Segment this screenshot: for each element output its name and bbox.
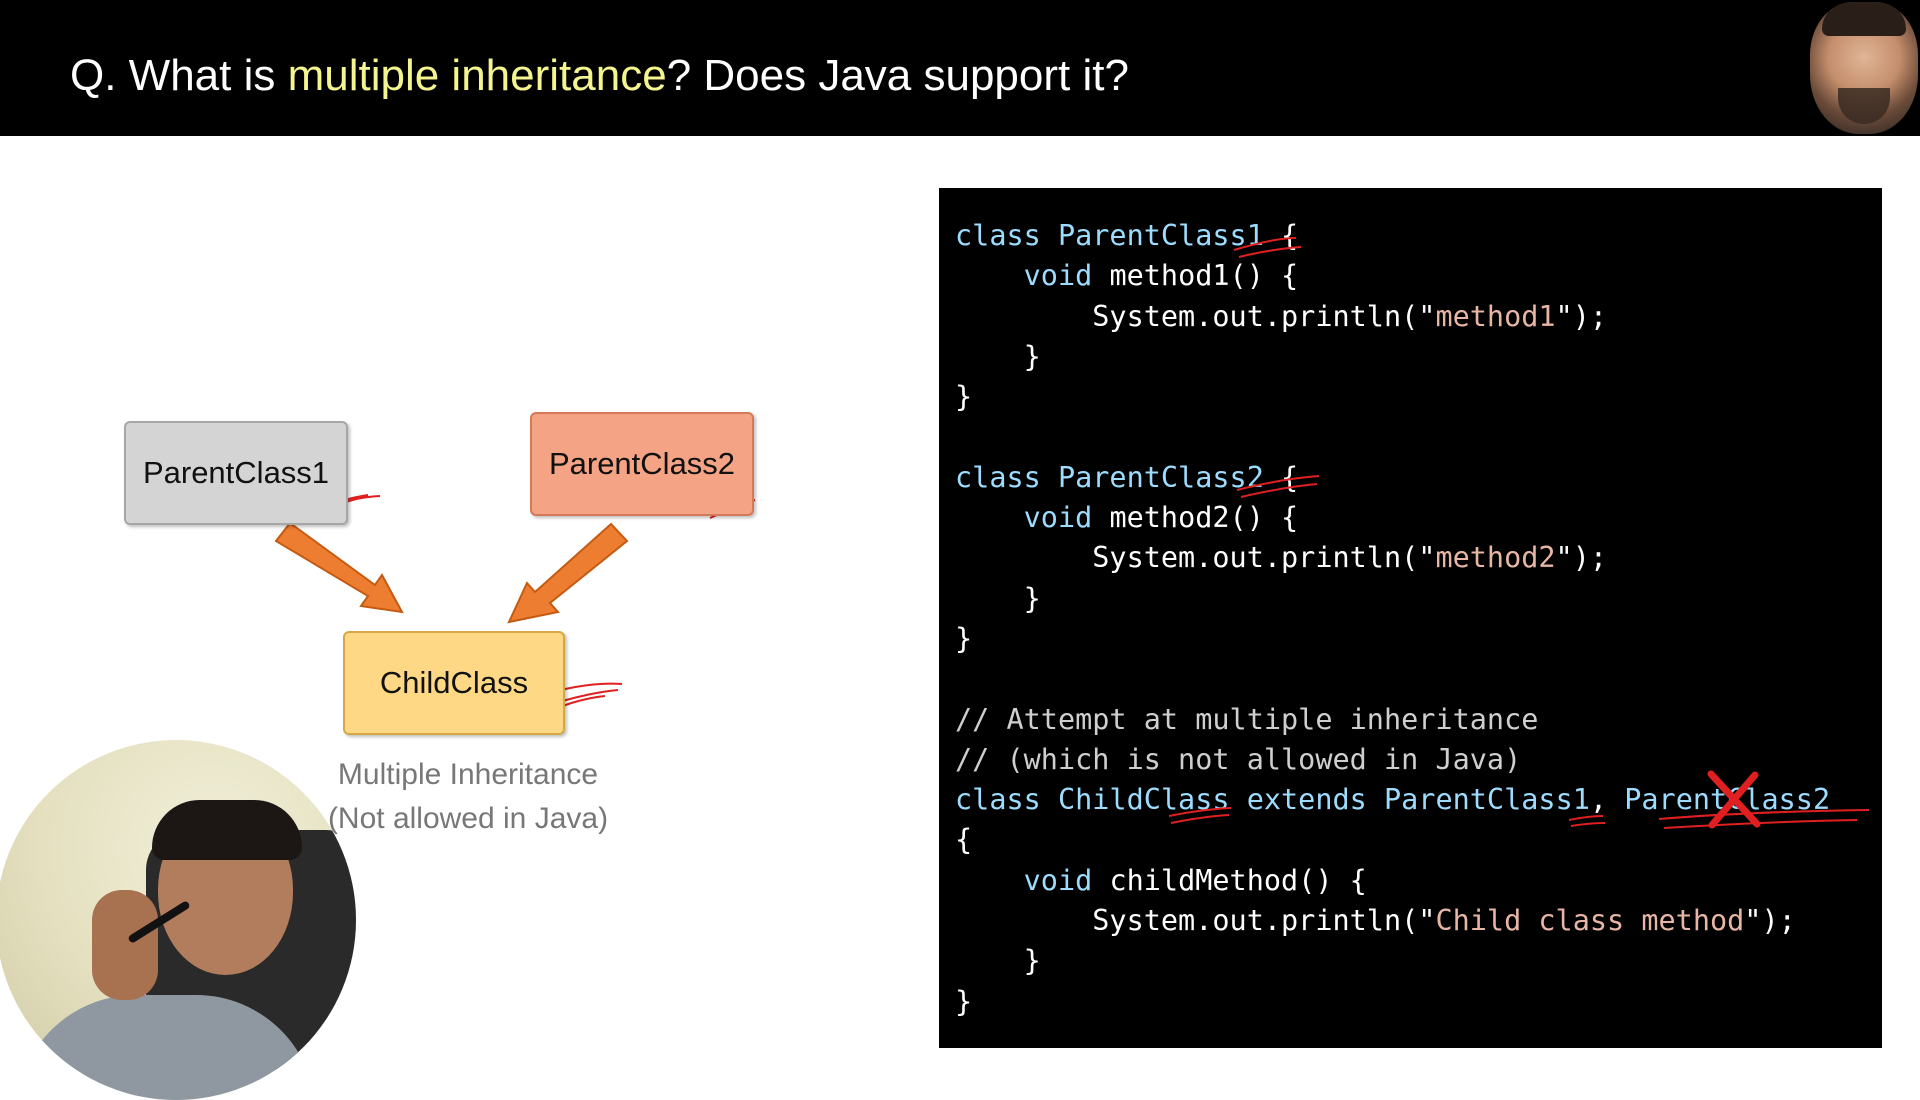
code-line: void method2() { — [955, 498, 1830, 538]
code-token: class — [955, 783, 1058, 817]
code-token: "); — [1555, 541, 1608, 575]
code-token: ParentClass1 — [1057, 219, 1264, 252]
parentclass1-box: ParentClass1 — [124, 421, 348, 525]
parentclass2-label: ParentClass2 — [548, 446, 736, 481]
code-line: // (which is not allowed in Java) — [955, 740, 1830, 780]
code-token: void — [1023, 501, 1093, 535]
presenter-webcam — [0, 740, 356, 1100]
code-panel: class ParentClass1 { void method1() { Sy… — [939, 188, 1882, 1048]
code-token: method1() { — [1092, 259, 1299, 293]
presenter-avatar — [1810, 2, 1918, 134]
code-token: method1 — [1435, 299, 1556, 333]
code-token: Child class method — [1435, 904, 1745, 938]
code-token: ParentClass1 — [1383, 783, 1590, 817]
code-token: extends — [1229, 783, 1384, 817]
code-token: void — [1023, 259, 1093, 293]
avatar-hair — [1822, 2, 1906, 36]
webcam-hair — [152, 800, 302, 860]
code-token: } — [955, 339, 1041, 373]
code-token: } — [955, 621, 973, 655]
code-line: void method1() { — [955, 256, 1830, 296]
code-line: class ParentClass1 { — [955, 216, 1830, 256]
code-line: } — [955, 579, 1830, 619]
code-line: System.out.println("Child class method")… — [955, 901, 1830, 941]
code-line: void childMethod() { — [955, 861, 1830, 901]
code-token: class — [955, 460, 1058, 494]
code-line: } — [955, 941, 1830, 981]
code-token: // (which is not allowed in Java) — [955, 742, 1522, 776]
code-token: System.out.println(" — [955, 541, 1436, 575]
code-token: , — [1589, 783, 1625, 817]
childclass-label: ChildClass — [379, 665, 529, 700]
code-token: method2() { — [1092, 501, 1299, 535]
code-token: childMethod() { — [1092, 863, 1367, 897]
code-token: } — [955, 581, 1041, 615]
code-line: // Attempt at multiple inheritance — [955, 700, 1830, 740]
parentclass1-label: ParentClass1 — [142, 455, 330, 490]
code-block: class ParentClass1 { void method1() { Sy… — [955, 216, 1830, 1022]
code-line: System.out.println("method2"); — [955, 538, 1830, 578]
code-token: "); — [1744, 904, 1796, 938]
code-token: void — [1023, 863, 1093, 897]
code-line: class ChildClass extends ParentClass1, P… — [955, 780, 1830, 820]
parentclass2-box: ParentClass2 — [530, 412, 754, 516]
code-token: ParentClass2 — [1624, 783, 1831, 817]
code-line: { — [955, 820, 1830, 860]
code-token: ChildClass — [1057, 783, 1230, 817]
diagram-caption-line1: Multiple Inheritance — [337, 758, 599, 791]
code-token: { — [1263, 219, 1299, 252]
code-line: } — [955, 619, 1830, 659]
code-token: } — [955, 984, 973, 1018]
code-line: } — [955, 982, 1830, 1022]
code-token: method2 — [1435, 541, 1556, 575]
webcam-hand — [92, 890, 158, 1000]
code-line: class ParentClass2 { — [955, 458, 1830, 498]
code-line: } — [955, 377, 1830, 417]
code-token: System.out.println(" — [955, 299, 1436, 333]
code-token: { — [955, 823, 973, 857]
code-token: class — [955, 219, 1058, 252]
code-line: } — [955, 337, 1830, 377]
code-line: System.out.println("method1"); — [955, 297, 1830, 337]
code-token: ParentClass2 — [1057, 460, 1264, 494]
code-token: } — [955, 944, 1041, 978]
code-token: { — [1263, 460, 1299, 494]
code-token: // Attempt at multiple inheritance — [955, 702, 1539, 736]
childclass-box: ChildClass — [343, 631, 565, 735]
avatar-beard — [1838, 88, 1890, 124]
code-token: "); — [1555, 299, 1608, 333]
code-token: System.out.println(" — [955, 904, 1436, 938]
code-token: } — [955, 380, 973, 414]
arrow-parent1-to-child — [274, 521, 404, 614]
arrow-parent2-to-child — [507, 522, 629, 624]
diagram-caption-line2: (Not allowed in Java) — [327, 802, 609, 835]
